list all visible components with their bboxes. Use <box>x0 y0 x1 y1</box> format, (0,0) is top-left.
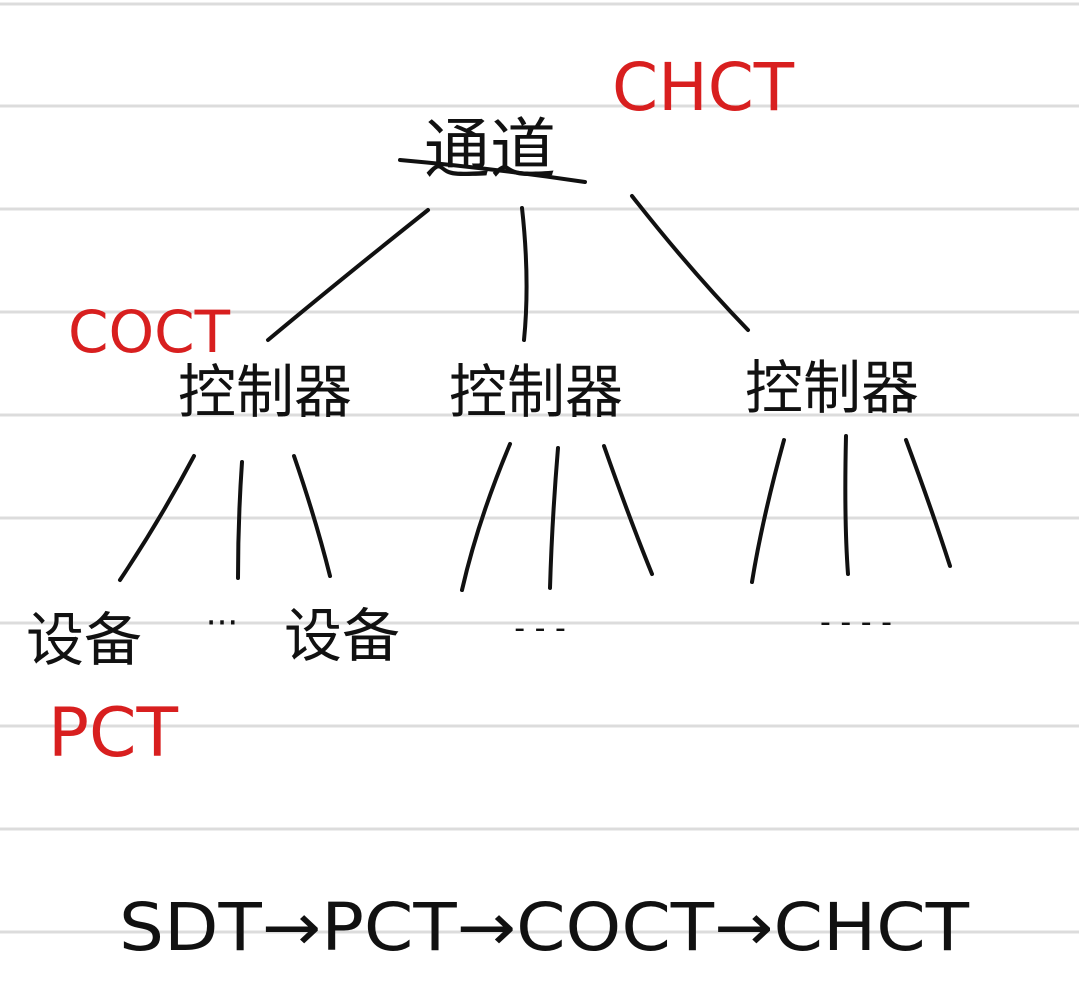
device-ellipsis-1: ··· <box>206 603 238 643</box>
edge-c3-d2 <box>843 434 850 576</box>
controller-2-label: 控制器 <box>449 358 623 426</box>
edge-root-controller-1 <box>266 208 430 342</box>
notebook-page: 通道 CHCT 控制器 控制器 控制器 COCT 设备 ··· 设备 - - -… <box>0 0 1079 1000</box>
device-1-label: 设备 <box>26 606 142 674</box>
edge-c3-d3 <box>904 438 952 568</box>
edge-root-controller-3 <box>630 194 750 332</box>
edge-c1-d2 <box>236 460 244 580</box>
controller-annotation-coct: COCT <box>68 298 231 366</box>
edge-c2-d3 <box>602 444 654 576</box>
device-2-label: 设备 <box>284 602 400 670</box>
device-ellipsis-3: - - - - <box>820 605 892 640</box>
controller-to-device-edges <box>118 434 952 592</box>
edge-root-controller-2 <box>520 206 529 342</box>
root-to-controller-edges <box>266 194 750 342</box>
controller-1-label: 控制器 <box>178 358 352 426</box>
root-annotation-chct: CHCT <box>612 49 795 126</box>
edge-c1-d3 <box>292 454 332 578</box>
device-ellipsis-2: - - - <box>514 611 566 646</box>
edge-c3-d1 <box>750 438 786 584</box>
diagram-canvas: 通道 CHCT 控制器 控制器 控制器 COCT 设备 ··· 设备 - - -… <box>0 2 1079 966</box>
footer-chain: SDT→PCT→COCT→CHCT <box>119 889 970 966</box>
device-annotation-pct: PCT <box>48 694 178 773</box>
controller-3-label: 控制器 <box>745 354 919 422</box>
